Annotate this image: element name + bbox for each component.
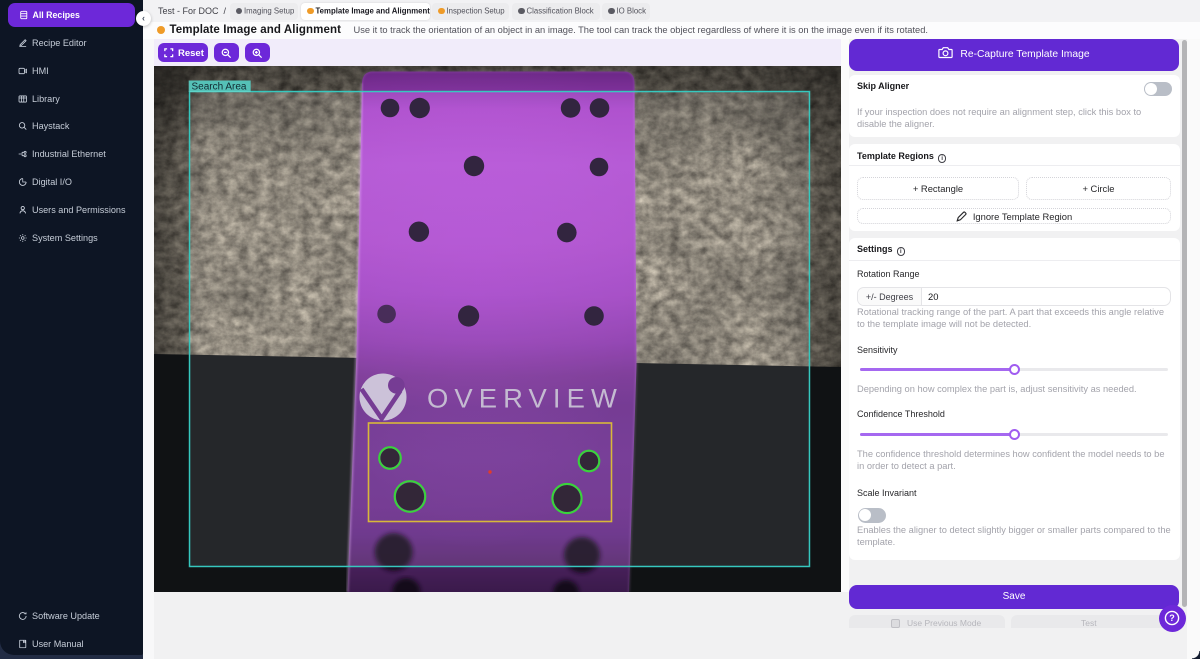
svg-text:?: ? bbox=[1169, 613, 1175, 623]
